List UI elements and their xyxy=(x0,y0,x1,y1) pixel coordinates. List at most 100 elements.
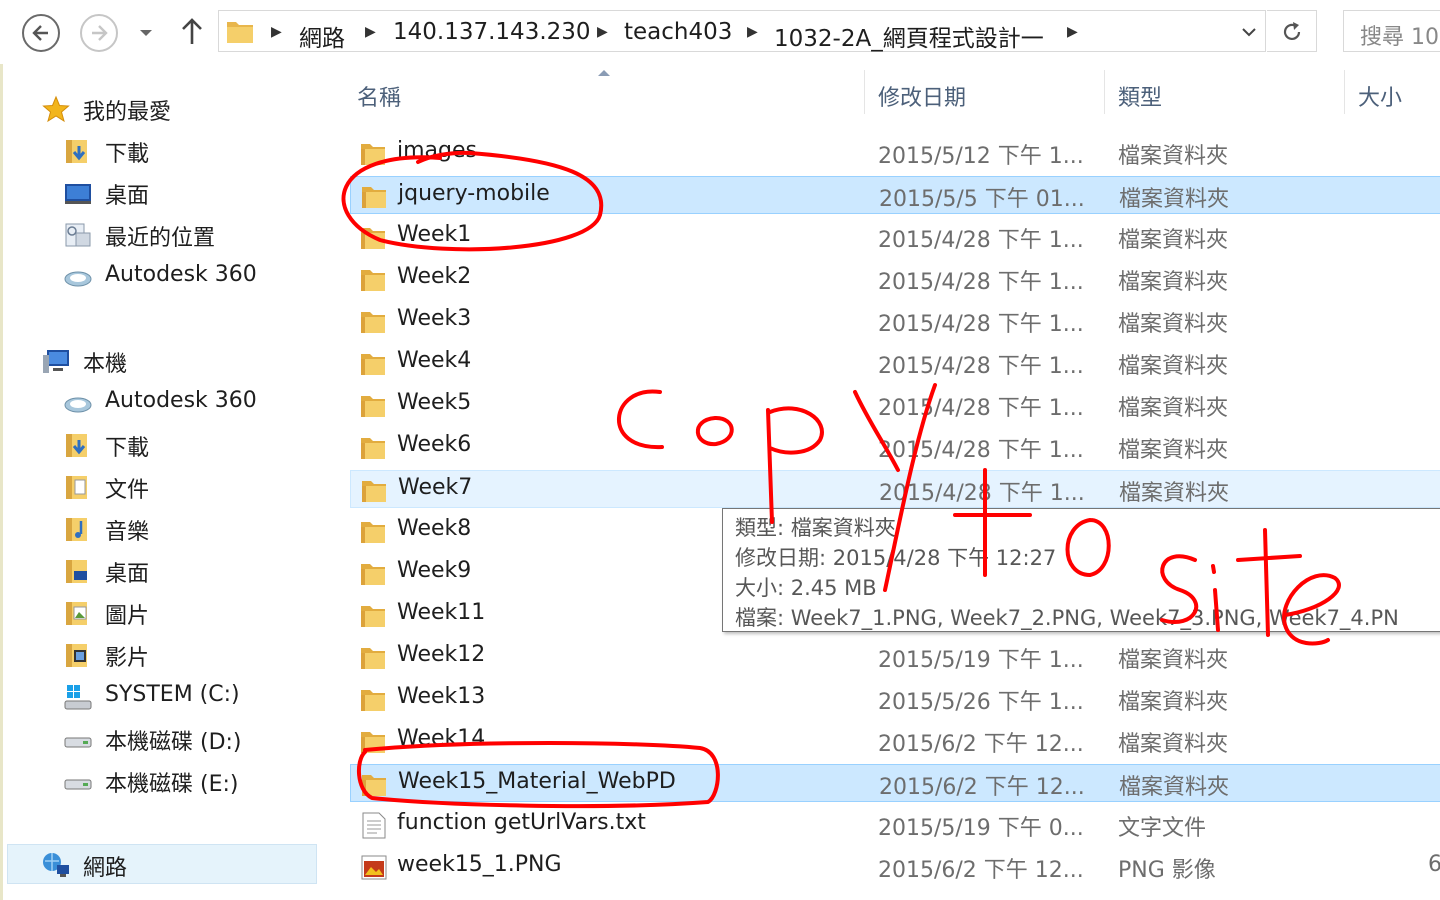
file-name: images xyxy=(397,138,477,163)
sidebar-item-recent-places[interactable]: 最近的位置 xyxy=(59,216,317,254)
system-drive-icon xyxy=(64,685,92,710)
file-size: 6 xyxy=(1428,852,1440,877)
column-header-date[interactable]: 修改日期 xyxy=(878,80,966,112)
text-file-icon xyxy=(362,812,386,839)
breadcrumb-separator-icon[interactable]: ▶ xyxy=(271,24,282,40)
file-row[interactable]: Week6 2015/4/28 下午 1... 檔案資料夾 xyxy=(350,428,1440,466)
column-header-size[interactable]: 大小 xyxy=(1358,80,1402,112)
file-date: 2015/6/2 下午 12... xyxy=(878,858,1084,883)
sidebar-item-autodesk-360[interactable]: Autodesk 360 xyxy=(59,258,317,296)
file-type: 檔案資料夾 xyxy=(1118,312,1229,337)
navigation-pane: 我的最愛 下載 桌面 最近的位置 Autodesk 360 本機 Autodes… xyxy=(3,64,320,900)
file-row[interactable]: Week1 2015/4/28 下午 1... 檔案資料夾 xyxy=(350,218,1440,256)
this-pc-header[interactable]: 本機 xyxy=(37,342,317,380)
sidebar-item-autodesk-360[interactable]: Autodesk 360 xyxy=(59,384,317,422)
forward-button[interactable] xyxy=(80,14,118,52)
file-row[interactable]: Week12 2015/5/19 下午 1... 檔案資料夾 xyxy=(350,638,1440,676)
file-row[interactable]: jquery-mobile 2015/5/5 下午 01... 檔案資料夾 xyxy=(350,176,1440,214)
sidebar-item-label: 桌面 xyxy=(105,184,150,209)
file-row[interactable]: Week3 2015/4/28 下午 1... 檔案資料夾 xyxy=(350,302,1440,340)
file-type: 檔案資料夾 xyxy=(1119,187,1230,212)
breadcrumb-separator-icon[interactable]: ▶ xyxy=(1067,24,1078,40)
documents-folder-icon xyxy=(66,476,87,499)
column-header-name[interactable]: 名稱 xyxy=(357,80,401,112)
folder-icon xyxy=(361,396,385,417)
drive-icon xyxy=(64,779,92,790)
file-date: 2015/6/2 下午 12... xyxy=(878,732,1084,757)
sidebar-item-documents[interactable]: 文件 xyxy=(59,468,317,506)
network-item[interactable]: 網路 xyxy=(37,846,317,884)
sidebar-item-label: 圖片 xyxy=(105,604,150,629)
search-box[interactable]: 搜尋 10 xyxy=(1343,10,1440,52)
column-divider[interactable] xyxy=(1344,70,1345,114)
file-name: Week15_Material_WebPD xyxy=(398,769,676,794)
file-row[interactable]: function getUrlVars.txt 2015/5/19 下午 0...… xyxy=(350,806,1440,844)
sidebar-item-videos[interactable]: 影片 xyxy=(59,636,317,674)
file-date: 2015/5/26 下午 1... xyxy=(878,690,1084,715)
file-type: 檔案資料夾 xyxy=(1118,228,1229,253)
sidebar-item-downloads[interactable]: 下載 xyxy=(59,132,317,170)
cloud-icon xyxy=(64,397,92,413)
back-arrow-icon xyxy=(32,25,48,41)
file-row[interactable]: Week2 2015/4/28 下午 1... 檔案資料夾 xyxy=(350,260,1440,298)
sidebar-item-desktop[interactable]: 桌面 xyxy=(59,174,317,212)
refresh-button[interactable] xyxy=(1267,10,1317,52)
file-row[interactable]: Week4 2015/4/28 下午 1... 檔案資料夾 xyxy=(350,344,1440,382)
favorites-label: 我的最愛 xyxy=(83,100,172,125)
file-list-pane: 名稱 修改日期 類型 大小 images 2015/5/12 下午 1... 檔案資… xyxy=(320,64,1440,900)
file-name: week15_1.PNG xyxy=(397,852,562,877)
folder-icon xyxy=(362,481,386,502)
sidebar-item-drive-e[interactable]: 本機磁碟 (E:) xyxy=(59,762,317,800)
sidebar-item-drive-d[interactable]: 本機磁碟 (D:) xyxy=(59,720,317,758)
file-row[interactable]: Week14 2015/6/2 下午 12... 檔案資料夾 xyxy=(350,722,1440,760)
column-divider[interactable] xyxy=(1104,70,1105,114)
up-button[interactable] xyxy=(180,16,204,50)
address-bar[interactable]: ▶ 網路 ▶ 140.137.143.230 ▶ teach403 ▶ 1032… xyxy=(218,10,1266,52)
file-row[interactable]: Week7 2015/4/28 下午 1... 檔案資料夾 xyxy=(350,470,1440,508)
back-button[interactable] xyxy=(22,14,60,52)
folder-icon xyxy=(361,270,385,291)
file-date: 2015/4/28 下午 1... xyxy=(878,396,1084,421)
file-type: 檔案資料夾 xyxy=(1118,690,1229,715)
pictures-folder-icon xyxy=(66,602,87,625)
recent-locations-button[interactable] xyxy=(138,24,154,43)
file-name: jquery-mobile xyxy=(398,181,550,206)
file-row[interactable]: Week13 2015/5/26 下午 1... 檔案資料夾 xyxy=(350,680,1440,718)
downloads-folder-icon xyxy=(66,140,87,163)
file-type: 檔案資料夾 xyxy=(1118,438,1229,463)
file-date: 2015/5/12 下午 1... xyxy=(878,144,1084,169)
refresh-icon xyxy=(1283,22,1301,41)
sidebar-item-music[interactable]: 音樂 xyxy=(59,510,317,548)
chevron-down-icon xyxy=(1242,28,1256,37)
column-divider[interactable] xyxy=(864,70,865,114)
breadcrumb-separator-icon[interactable]: ▶ xyxy=(747,24,758,40)
downloads-folder-icon xyxy=(66,434,87,457)
file-name: Week13 xyxy=(397,684,486,709)
column-header-type[interactable]: 類型 xyxy=(1118,80,1162,112)
file-date: 2015/4/28 下午 1... xyxy=(878,354,1084,379)
breadcrumb-server[interactable]: 140.137.143.230 xyxy=(393,19,591,45)
folder-icon xyxy=(361,228,385,249)
favorites-header[interactable]: 我的最愛 xyxy=(37,90,317,128)
sidebar-item-pictures[interactable]: 圖片 xyxy=(59,594,317,632)
breadcrumb-share[interactable]: teach403 xyxy=(624,19,732,45)
file-row[interactable]: Week5 2015/4/28 下午 1... 檔案資料夾 xyxy=(350,386,1440,424)
breadcrumb-course-folder[interactable]: 1032-2A_網頁程式設計一 xyxy=(774,19,1044,53)
breadcrumb-separator-icon[interactable]: ▶ xyxy=(365,24,376,40)
sidebar-item-desktop[interactable]: 桌面 xyxy=(59,552,317,590)
file-row[interactable]: images 2015/5/12 下午 1... 檔案資料夾 xyxy=(350,134,1440,172)
file-name: Week11 xyxy=(397,600,486,625)
file-row[interactable]: Week15_Material_WebPD 2015/6/2 下午 12... 檔案… xyxy=(350,764,1440,802)
network-label: 網路 xyxy=(83,856,128,881)
file-row[interactable]: week15_1.PNG 2015/6/2 下午 12... PNG 影像 6 xyxy=(350,848,1440,886)
folder-icon xyxy=(361,438,385,459)
search-input[interactable]: 搜尋 10 xyxy=(1360,19,1439,51)
breadcrumb-separator-icon[interactable]: ▶ xyxy=(597,24,608,40)
sidebar-item-downloads[interactable]: 下載 xyxy=(59,426,317,464)
sidebar-item-label: 下載 xyxy=(105,142,150,167)
folder-icon xyxy=(361,648,385,669)
address-history-dropdown[interactable] xyxy=(1241,23,1257,42)
tooltip-files: 檔案: Week7_1.PNG, Week7_2.PNG, Week7_3.PN… xyxy=(735,606,1399,630)
sidebar-item-system-drive[interactable]: SYSTEM (C:) xyxy=(59,678,317,716)
breadcrumb-network[interactable]: 網路 xyxy=(299,19,345,53)
